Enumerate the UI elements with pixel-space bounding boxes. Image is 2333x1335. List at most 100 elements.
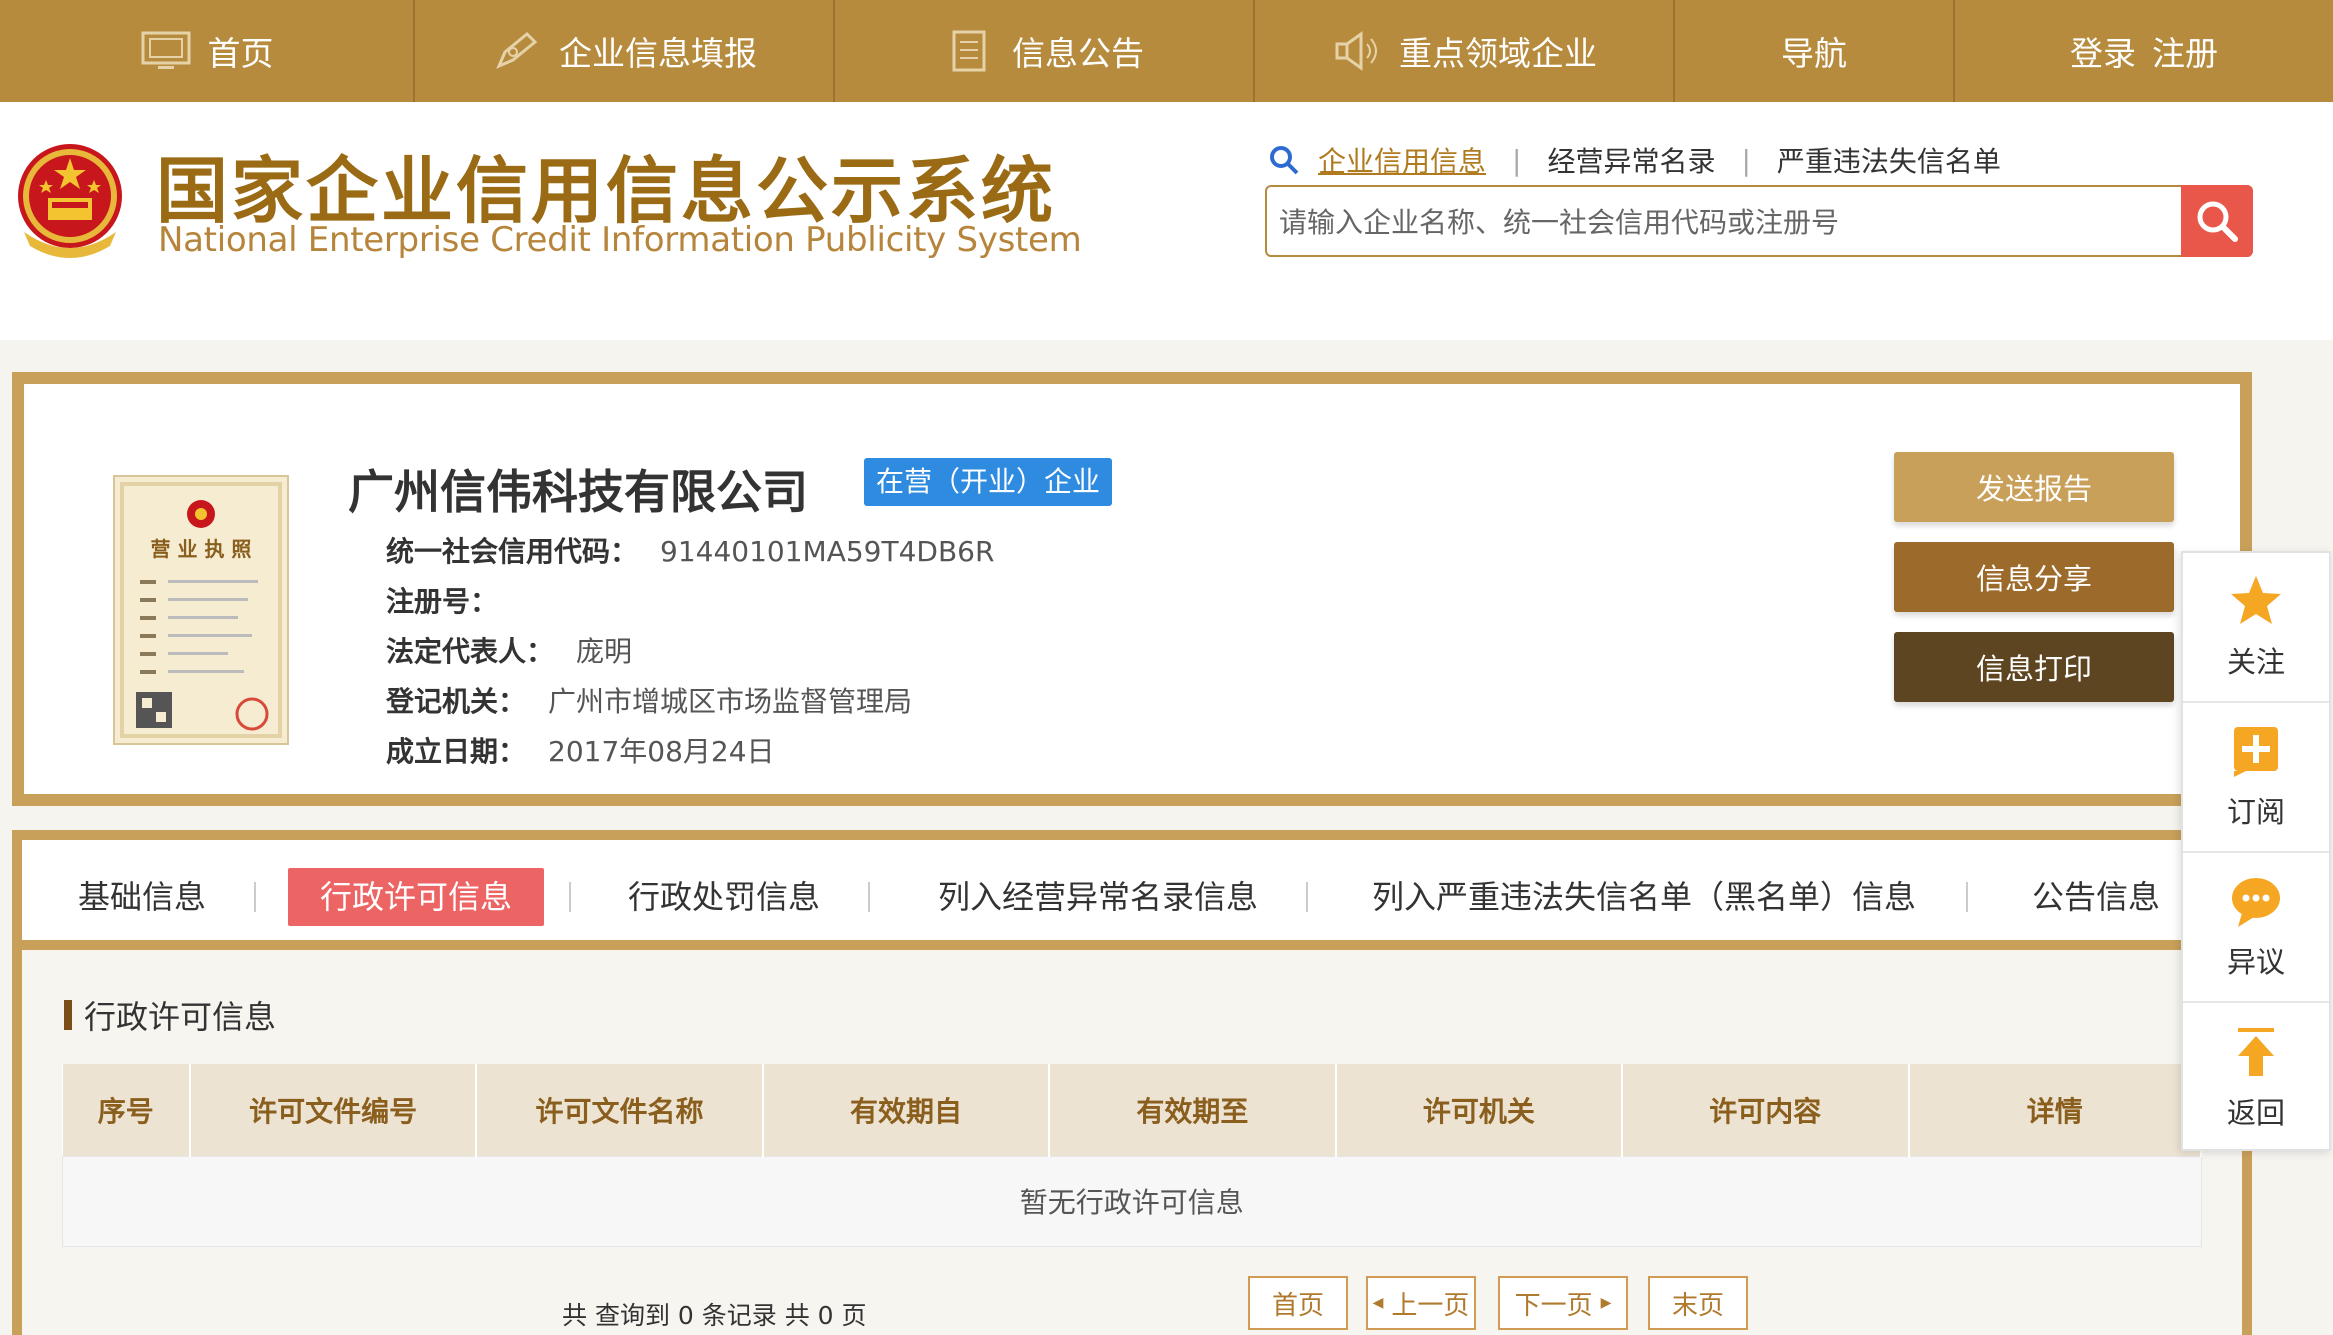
detail-card-inner: 基础信息 行政许可信息 行政处罚信息 列入经营异常名录信息 列入严重违法失信名单… bbox=[22, 840, 2242, 1335]
send-report-button[interactable]: 发送报告 bbox=[1894, 452, 2174, 522]
search-input[interactable] bbox=[1279, 199, 2179, 245]
pager-next-button[interactable]: 下一页 ▶ bbox=[1498, 1276, 1628, 1330]
tab-bar: 基础信息 行政许可信息 行政处罚信息 列入经营异常名录信息 列入严重违法失信名单… bbox=[22, 840, 2242, 950]
pager-first-button[interactable]: 首页 bbox=[1248, 1276, 1348, 1330]
monitor-icon bbox=[141, 31, 190, 69]
nav-home[interactable]: 首页 bbox=[0, 0, 415, 102]
subscribe-label: 订阅 bbox=[2226, 795, 2285, 829]
nav-guide-label: 导航 bbox=[1781, 34, 1847, 73]
register-link[interactable]: 注册 bbox=[2152, 27, 2218, 75]
col-license-content: 许可内容 bbox=[1622, 1064, 1910, 1156]
tab-abnormal-list[interactable]: 列入经营异常名录信息 bbox=[938, 868, 1258, 926]
info-value: 庞明 bbox=[576, 635, 633, 668]
info-value: 2017年08月24日 bbox=[548, 735, 775, 768]
pager-last-button[interactable]: 末页 bbox=[1648, 1276, 1748, 1330]
nav-announcement[interactable]: 信息公告 bbox=[835, 0, 1255, 102]
business-license-image: 营 业 执 照 bbox=[113, 475, 289, 745]
back-to-top-button[interactable]: 返回 bbox=[2183, 1003, 2329, 1153]
tab-separator bbox=[1306, 882, 1308, 912]
search-tab-abnormal[interactable]: 经营异常名录 bbox=[1547, 140, 1715, 180]
info-founded-date: 成立日期： 2017年08月24日 bbox=[386, 730, 775, 770]
col-license-number: 许可文件编号 bbox=[189, 1064, 478, 1156]
nav-auth: 登录 注册 bbox=[1955, 0, 2333, 102]
nav-report-label: 企业信息填报 bbox=[559, 34, 757, 73]
detail-card: 基础信息 行政许可信息 行政处罚信息 列入经营异常名录信息 列入严重违法失信名单… bbox=[12, 830, 2252, 1335]
follow-button[interactable]: 关注 bbox=[2183, 553, 2329, 703]
tab-separator bbox=[254, 882, 256, 912]
login-link[interactable]: 登录 bbox=[2070, 27, 2136, 75]
tab-separator bbox=[1966, 882, 1968, 912]
tab-separator bbox=[569, 882, 571, 912]
search-tab-credit[interactable]: 企业信用信息 bbox=[1318, 140, 1486, 180]
star-icon bbox=[2231, 576, 2281, 624]
col-index: 序号 bbox=[62, 1064, 191, 1156]
license-table: 序号 许可文件编号 许可文件名称 有效期自 有效期至 许可机关 许可内容 详情 … bbox=[62, 1064, 2203, 1247]
company-name: 广州信伟科技有限公司 bbox=[348, 465, 808, 519]
tab-content: 行政许可信息 序号 许可文件编号 许可文件名称 有效期自 有效期至 许可机关 许… bbox=[22, 950, 2242, 1335]
section-title-text: 行政许可信息 bbox=[84, 998, 277, 1036]
plus-square-icon bbox=[2234, 727, 2278, 777]
col-valid-to: 有效期至 bbox=[1049, 1064, 1337, 1156]
search-button[interactable] bbox=[2181, 185, 2253, 257]
pager-next-label: 下一页 bbox=[1514, 1290, 1593, 1321]
top-nav: 首页 企业信息填报 信息公告 重点领域企业 导航 登录 注册 bbox=[0, 0, 2333, 102]
info-value: 91440101MA59T4DB6R bbox=[660, 535, 995, 568]
arrow-up-icon bbox=[2238, 1028, 2274, 1076]
print-info-button[interactable]: 信息打印 bbox=[1894, 632, 2174, 702]
table-empty-row: 暂无行政许可信息 bbox=[62, 1155, 2202, 1247]
tab-admin-license[interactable]: 行政许可信息 bbox=[288, 868, 545, 926]
info-label: 注册号： bbox=[386, 585, 499, 618]
site-title-english: National Enterprise Credit Information P… bbox=[158, 220, 1082, 260]
objection-button[interactable]: 异议 bbox=[2183, 853, 2329, 1003]
empty-message: 暂无行政许可信息 bbox=[62, 1155, 2202, 1247]
section-title: 行政许可信息 bbox=[64, 992, 276, 1038]
col-valid-from: 有效期自 bbox=[762, 1064, 1051, 1156]
tab-admin-penalty[interactable]: 行政处罚信息 bbox=[628, 868, 820, 926]
chevron-right-icon: ▶ bbox=[1600, 1295, 1612, 1311]
table-header-row: 序号 许可文件编号 许可文件名称 有效期自 有效期至 许可机关 许可内容 详情 bbox=[62, 1064, 2203, 1156]
info-reg-number: 注册号： bbox=[386, 580, 520, 620]
company-card: 营 业 执 照 广州信伟科技有限公司 在营（开业）企业 统一社会信用代码： 914… bbox=[12, 372, 2252, 806]
tab-blacklist[interactable]: 列入严重违法失信名单（黑名单）信息 bbox=[1372, 868, 1916, 926]
subscribe-button[interactable]: 订阅 bbox=[2183, 703, 2329, 853]
search-tab-blacklist[interactable]: 严重违法失信名单 bbox=[1777, 140, 2001, 180]
magnifier-icon bbox=[2197, 201, 2238, 242]
chat-bubble-icon bbox=[2232, 878, 2280, 927]
pager-prev-button[interactable]: ◀ 上一页 bbox=[1366, 1276, 1476, 1330]
tab-announcement[interactable]: 公告信息 bbox=[2032, 868, 2160, 926]
chevron-left-icon: ◀ bbox=[1372, 1295, 1384, 1311]
info-label: 统一社会信用代码： bbox=[386, 535, 639, 568]
col-license-authority: 许可机关 bbox=[1335, 1064, 1624, 1156]
nav-report[interactable]: 企业信息填报 bbox=[415, 0, 835, 102]
info-value: 广州市增城区市场监督管理局 bbox=[548, 685, 913, 718]
pager-prev-label: 上一页 bbox=[1391, 1290, 1470, 1321]
info-credit-code: 统一社会信用代码： 91440101MA59T4DB6R bbox=[386, 530, 994, 570]
info-legal-rep: 法定代表人： 庞明 bbox=[386, 630, 632, 670]
back-label: 返回 bbox=[2226, 1096, 2285, 1130]
info-label: 法定代表人： bbox=[386, 635, 555, 668]
nav-announcement-label: 信息公告 bbox=[1012, 34, 1144, 73]
side-toolbar: 关注 订阅 异议 返回 bbox=[2181, 551, 2331, 1151]
search-box bbox=[1265, 185, 2253, 257]
share-info-button[interactable]: 信息分享 bbox=[1894, 542, 2174, 612]
follow-label: 关注 bbox=[2226, 645, 2285, 679]
tab-separator: | bbox=[1741, 143, 1751, 177]
speaker-icon bbox=[1335, 31, 1377, 71]
search-tabs: 企业信用信息 | 经营异常名录 | 严重违法失信名单 bbox=[1268, 140, 2001, 180]
title-marker bbox=[64, 1000, 72, 1030]
tab-basic-info[interactable]: 基础信息 bbox=[78, 868, 206, 926]
national-emblem-icon bbox=[18, 144, 122, 258]
nav-key-enterprise[interactable]: 重点领域企业 bbox=[1255, 0, 1675, 102]
info-label: 成立日期： bbox=[386, 735, 527, 768]
nav-key-enterprise-label: 重点领域企业 bbox=[1399, 34, 1597, 73]
tab-separator bbox=[868, 882, 870, 912]
search-icon bbox=[1270, 146, 1299, 175]
col-license-name: 许可文件名称 bbox=[476, 1064, 764, 1156]
pager-summary: 共 查询到 0 条记录 共 0 页 bbox=[562, 1301, 867, 1330]
nav-guide[interactable]: 导航 bbox=[1675, 0, 1955, 102]
company-card-inner: 营 业 执 照 广州信伟科技有限公司 在营（开业）企业 统一社会信用代码： 914… bbox=[24, 384, 2240, 794]
document-icon bbox=[952, 30, 986, 72]
col-details: 详情 bbox=[1908, 1064, 2203, 1156]
edit-icon bbox=[496, 31, 538, 69]
info-label: 登记机关： bbox=[386, 685, 527, 718]
